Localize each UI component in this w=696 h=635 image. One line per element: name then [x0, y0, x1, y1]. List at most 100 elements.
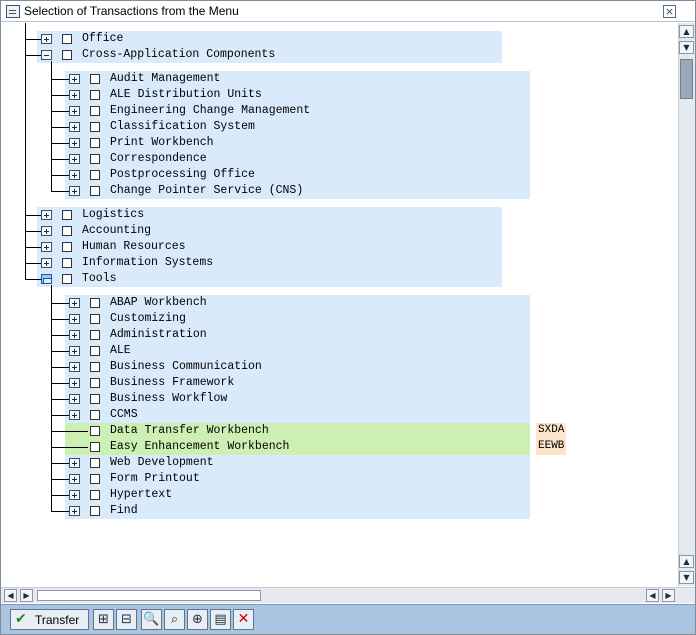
- vertical-scrollbar[interactable]: ▲ ▼ ▲ ▼: [678, 23, 695, 586]
- find-next-plus-button[interactable]: ⊕: [187, 609, 208, 630]
- node-checkbox[interactable]: [62, 34, 72, 44]
- expand-icon[interactable]: [69, 362, 80, 372]
- tree-node[interactable]: Easy Enhancement Workbench EEWB: [1, 439, 677, 455]
- expand-icon[interactable]: [69, 490, 80, 500]
- node-checkbox[interactable]: [90, 442, 100, 452]
- node-checkbox[interactable]: [90, 170, 100, 180]
- node-checkbox[interactable]: [62, 226, 72, 236]
- expand-icon[interactable]: [69, 394, 80, 404]
- tree-node[interactable]: Data Transfer Workbench SXDA: [1, 423, 677, 439]
- expand-icon[interactable]: [69, 90, 80, 100]
- node-checkbox[interactable]: [90, 458, 100, 468]
- tree-node[interactable]: Office: [1, 31, 677, 47]
- expand-icon[interactable]: [41, 226, 52, 236]
- collapse-icon[interactable]: [41, 50, 52, 60]
- node-checkbox[interactable]: [90, 186, 100, 196]
- expand-icon[interactable]: [69, 378, 80, 388]
- tree-node[interactable]: Business Communication: [1, 359, 677, 375]
- cancel-button[interactable]: ✕: [233, 609, 254, 630]
- tree-node[interactable]: Business Workflow: [1, 391, 677, 407]
- expand-subtree-button[interactable]: ⊞: [93, 609, 114, 630]
- collapse-subtree-button[interactable]: ⊟: [116, 609, 137, 630]
- expand-icon[interactable]: [69, 330, 80, 340]
- node-checkbox[interactable]: [62, 50, 72, 60]
- expand-icon[interactable]: [69, 170, 80, 180]
- node-checkbox[interactable]: [90, 90, 100, 100]
- close-button[interactable]: ×: [663, 5, 676, 18]
- scroll-right-small-icon[interactable]: ▶: [20, 589, 33, 602]
- tree-node[interactable]: Human Resources: [1, 239, 677, 255]
- expand-icon[interactable]: [69, 138, 80, 148]
- node-checkbox[interactable]: [90, 506, 100, 516]
- tree-node[interactable]: Audit Management: [1, 71, 677, 87]
- expand-icon[interactable]: [69, 298, 80, 308]
- node-checkbox[interactable]: [90, 314, 100, 324]
- node-checkbox[interactable]: [90, 490, 100, 500]
- expand-icon[interactable]: [41, 258, 52, 268]
- tree-node[interactable]: Correspondence: [1, 151, 677, 167]
- tree-node[interactable]: ALE Distribution Units: [1, 87, 677, 103]
- expand-icon[interactable]: [69, 506, 80, 516]
- scroll-down-icon[interactable]: ▼: [679, 571, 694, 584]
- tree-node[interactable]: Tools: [1, 271, 677, 287]
- expand-icon[interactable]: [69, 410, 80, 420]
- node-checkbox[interactable]: [90, 106, 100, 116]
- open-folder-icon[interactable]: [41, 274, 52, 284]
- tree-node[interactable]: Customizing: [1, 311, 677, 327]
- vertical-scroll-thumb[interactable]: [680, 59, 693, 99]
- node-checkbox[interactable]: [90, 330, 100, 340]
- transfer-button[interactable]: ✔ Transfer: [10, 609, 89, 630]
- tree-node[interactable]: Business Framework: [1, 375, 677, 391]
- node-checkbox[interactable]: [90, 378, 100, 388]
- tree-node[interactable]: Engineering Change Management: [1, 103, 677, 119]
- expand-icon[interactable]: [69, 186, 80, 196]
- expand-icon[interactable]: [69, 122, 80, 132]
- find-next-button[interactable]: ⌕: [164, 609, 185, 630]
- expand-icon[interactable]: [41, 34, 52, 44]
- expand-icon[interactable]: [69, 458, 80, 468]
- horizontal-scrollbar[interactable]: ◀ ▶ ◀ ▶: [1, 587, 695, 603]
- expand-icon[interactable]: [69, 74, 80, 84]
- tree-node[interactable]: Accounting: [1, 223, 677, 239]
- tree-node[interactable]: Classification System: [1, 119, 677, 135]
- node-checkbox[interactable]: [90, 346, 100, 356]
- scroll-left-end-icon[interactable]: ◀: [646, 589, 659, 602]
- node-checkbox[interactable]: [90, 426, 100, 436]
- tree-node[interactable]: Print Workbench: [1, 135, 677, 151]
- tree-node[interactable]: ALE: [1, 343, 677, 359]
- node-checkbox[interactable]: [62, 258, 72, 268]
- expand-icon[interactable]: [69, 474, 80, 484]
- node-checkbox[interactable]: [90, 410, 100, 420]
- tree-node[interactable]: Cross-Application Components: [1, 47, 677, 63]
- scroll-down-small-icon[interactable]: ▼: [679, 41, 694, 54]
- tree-node[interactable]: Administration: [1, 327, 677, 343]
- expand-icon[interactable]: [69, 346, 80, 356]
- expand-icon[interactable]: [41, 210, 52, 220]
- find-button[interactable]: 🔍: [141, 609, 162, 630]
- tree-node[interactable]: ABAP Workbench: [1, 295, 677, 311]
- node-checkbox[interactable]: [62, 274, 72, 284]
- node-checkbox[interactable]: [90, 74, 100, 84]
- tree-node[interactable]: CCMS: [1, 407, 677, 423]
- scroll-up-icon[interactable]: ▲: [679, 555, 694, 568]
- tree-node[interactable]: Hypertext: [1, 487, 677, 503]
- node-checkbox[interactable]: [90, 298, 100, 308]
- horizontal-scroll-thumb[interactable]: [37, 590, 261, 601]
- node-checkbox[interactable]: [62, 242, 72, 252]
- node-checkbox[interactable]: [90, 138, 100, 148]
- node-checkbox[interactable]: [90, 362, 100, 372]
- node-checkbox[interactable]: [90, 154, 100, 164]
- tree-node[interactable]: Change Pointer Service (CNS): [1, 183, 677, 199]
- scroll-left-icon[interactable]: ◀: [4, 589, 17, 602]
- scroll-right-icon[interactable]: ▶: [662, 589, 675, 602]
- expand-icon[interactable]: [69, 154, 80, 164]
- node-checkbox[interactable]: [62, 210, 72, 220]
- tree-node[interactable]: Postprocessing Office: [1, 167, 677, 183]
- node-checkbox[interactable]: [90, 474, 100, 484]
- tree-node[interactable]: Form Printout: [1, 471, 677, 487]
- tree-node[interactable]: Web Development: [1, 455, 677, 471]
- expand-icon[interactable]: [69, 106, 80, 116]
- details-button[interactable]: ▤: [210, 609, 231, 630]
- expand-icon[interactable]: [69, 314, 80, 324]
- node-checkbox[interactable]: [90, 394, 100, 404]
